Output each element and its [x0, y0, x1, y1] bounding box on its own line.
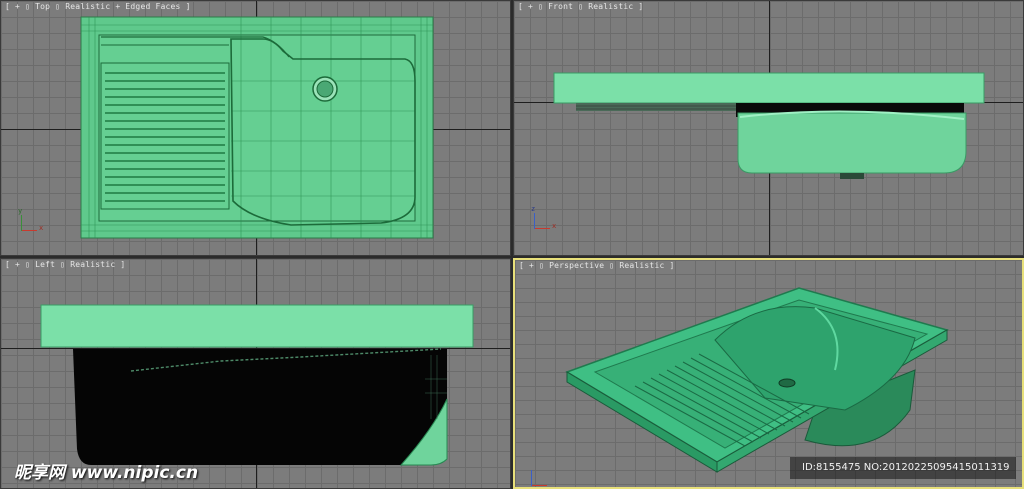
sink-perspective-view: [565, 287, 949, 473]
viewport-perspective[interactable]: [ + ▯ Perspective ▯ Realistic ]: [513, 258, 1024, 489]
viewport-label-left[interactable]: [ + ▯ Left ▯ Realistic ]: [5, 260, 125, 269]
axis-gizmo-icon: [527, 460, 557, 487]
viewport-label-front[interactable]: [ + ▯ Front ▯ Realistic ]: [518, 2, 643, 11]
sink-left-view: [40, 304, 474, 466]
axis-x-label: x: [39, 224, 44, 232]
axis-y-label: y: [18, 207, 23, 215]
axis-x-label: x: [552, 222, 557, 230]
sink-front-view: [553, 72, 985, 179]
axis-gizmo-icon: z x: [530, 203, 560, 233]
viewport-label-top[interactable]: [ + ▯ Top ▯ Realistic + Edged Faces ]: [5, 2, 191, 11]
viewport-label-perspective[interactable]: [ + ▯ Perspective ▯ Realistic ]: [519, 261, 675, 270]
viewport-front[interactable]: [ + ▯ Front ▯ Realistic ] z x: [513, 0, 1024, 256]
axis-gizmo-icon: y x: [17, 205, 47, 235]
sink-top-view: [80, 16, 434, 239]
image-id-bar: ID:8155475 NO:20120225095415011319: [790, 457, 1016, 479]
viewport-top[interactable]: [ + ▯ Top ▯ Realistic + Edged Faces ] y …: [0, 0, 511, 256]
viewport-left[interactable]: [ + ▯ Left ▯ Realistic ]: [0, 258, 511, 489]
axis-z-label: z: [531, 205, 536, 213]
watermark: 昵享网 www.nipic.cn: [14, 463, 199, 483]
